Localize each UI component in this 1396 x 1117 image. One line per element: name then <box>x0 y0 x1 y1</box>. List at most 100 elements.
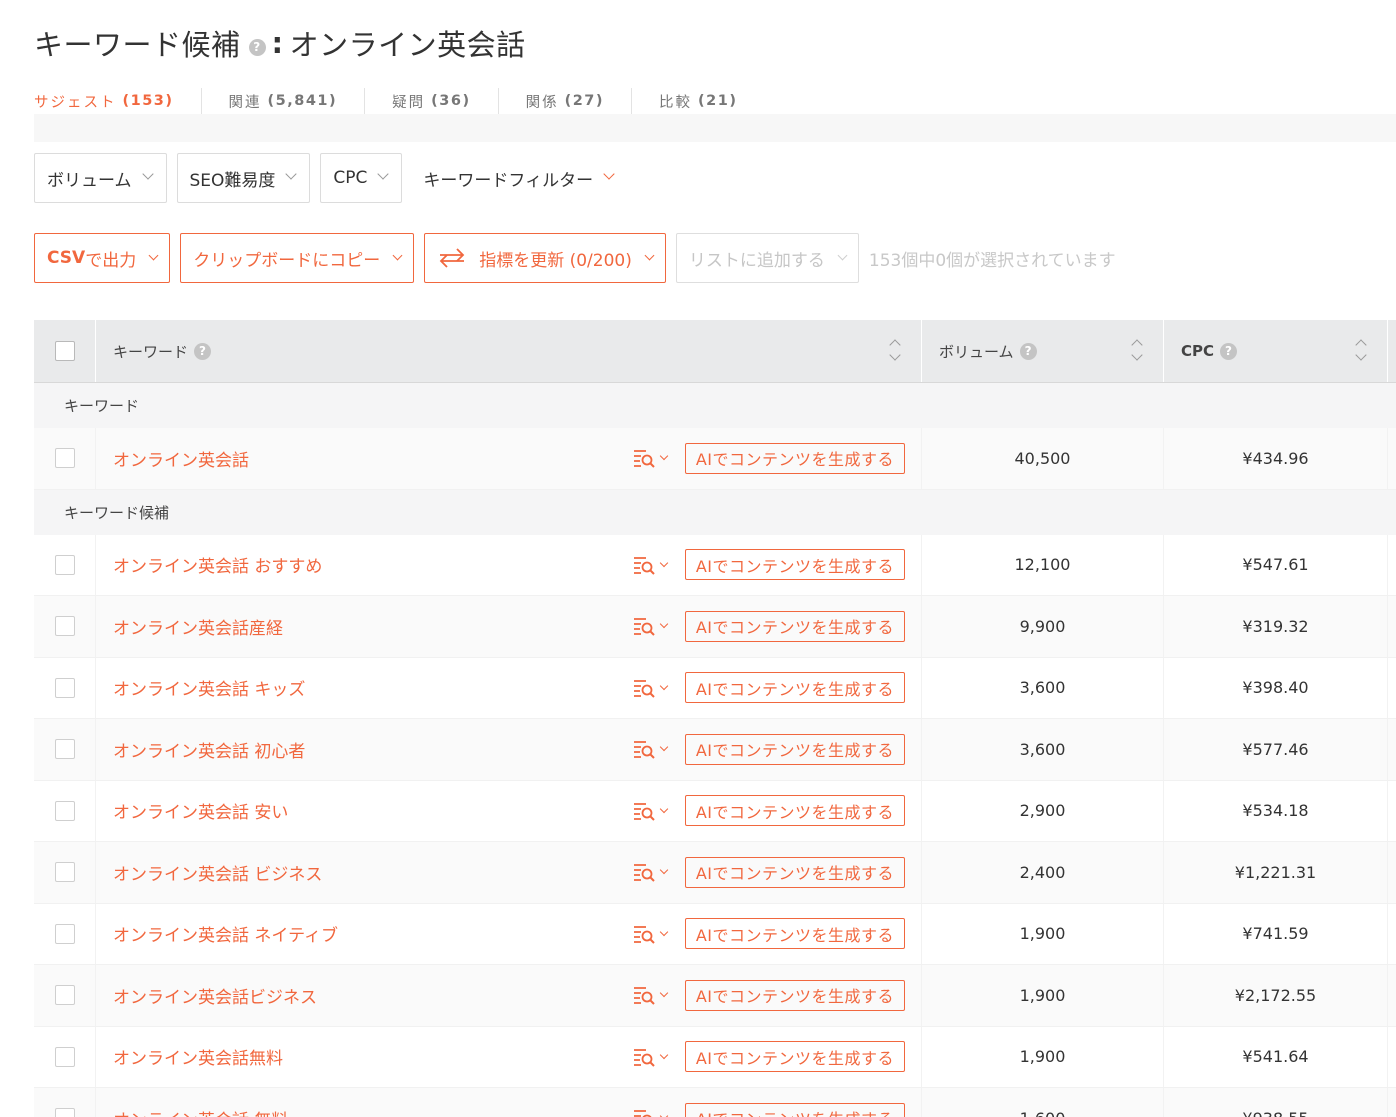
select-all-checkbox[interactable] <box>54 341 75 361</box>
cpc-column-header[interactable]: CPC ? <box>1164 320 1388 382</box>
sort-icon[interactable] <box>889 337 901 365</box>
tab-relations[interactable]: 関係 (27) <box>497 88 631 114</box>
cpc-cell: ¥1,221.31 <box>1164 842 1388 903</box>
chevron-down-icon <box>659 743 669 752</box>
serp-dropdown[interactable] <box>633 1047 669 1067</box>
tab-comparisons[interactable]: 比較 (21) <box>631 88 764 114</box>
help-icon[interactable]: ? <box>248 38 266 56</box>
row-checkbox[interactable] <box>54 616 75 637</box>
table-row: オンライン英会話 ネイティブ AIでコンテンツを生成する 1,900 ¥741.… <box>34 903 1396 965</box>
generate-ai-content-button[interactable]: AIでコンテンツを生成する <box>684 856 905 888</box>
serp-dropdown[interactable] <box>633 924 669 944</box>
serp-dropdown[interactable] <box>633 448 669 468</box>
serp-dropdown[interactable] <box>633 678 669 698</box>
keyword-link[interactable]: オンライン英会話 おすすめ <box>113 552 633 577</box>
row-checkbox[interactable] <box>54 1108 75 1117</box>
keyword-link[interactable]: オンライン英会話 初心者 <box>113 737 633 762</box>
column-label: ボリューム <box>939 342 1014 361</box>
volume-column-header[interactable]: ボリューム ? <box>922 320 1164 382</box>
chevron-down-icon <box>659 681 669 690</box>
seo-difficulty-filter[interactable]: SEO難易度 <box>176 153 311 203</box>
volume-cell: 9,900 <box>922 596 1164 657</box>
copy-to-clipboard-button[interactable]: クリップボードにコピー <box>180 233 415 283</box>
generate-ai-content-button[interactable]: AIでコンテンツを生成する <box>684 1041 905 1073</box>
csv-label-rest: で出力 <box>85 250 137 271</box>
chevron-down-icon <box>837 250 848 260</box>
chevron-down-icon <box>659 620 669 629</box>
row-checkbox[interactable] <box>54 448 75 469</box>
volume-cell: 40,500 <box>922 428 1164 489</box>
generate-ai-content-button[interactable]: AIでコンテンツを生成する <box>684 549 905 581</box>
tab-related[interactable]: 関連 (5,841) <box>200 88 365 114</box>
serp-dropdown[interactable] <box>633 616 669 636</box>
cpc-cell: ¥319.32 <box>1164 596 1388 657</box>
chevron-down-icon <box>659 1050 669 1059</box>
cpc-cell: ¥2,172.55 <box>1164 965 1388 1026</box>
table-row: オンライン英会話無料 AIでコンテンツを生成する 1,900 ¥541.64 <box>34 1026 1396 1088</box>
keyword-link[interactable]: オンライン英会話無料 <box>113 1044 633 1069</box>
generate-ai-content-button[interactable]: AIでコンテンツを生成する <box>684 733 905 765</box>
generate-ai-content-button[interactable]: AIでコンテンツを生成する <box>684 672 905 704</box>
serp-dropdown[interactable] <box>633 1108 669 1117</box>
csv-export-button[interactable]: CSV で出力 <box>34 233 171 283</box>
keyword-filter[interactable]: キーワードフィルター <box>412 153 628 203</box>
generate-ai-content-button[interactable]: AIでコンテンツを生成する <box>684 979 905 1011</box>
keyword-link[interactable]: オンライン英会話 <box>113 446 633 471</box>
filter-label: CPC <box>333 168 368 188</box>
keyword-link[interactable]: オンライン英会話 キッズ <box>113 675 633 700</box>
tab-questions[interactable]: 疑問 (36) <box>364 88 497 114</box>
generate-ai-content-button[interactable]: AIでコンテンツを生成する <box>684 918 905 950</box>
sort-icon[interactable] <box>1131 337 1143 365</box>
chevron-down-icon <box>148 250 159 260</box>
help-icon[interactable]: ? <box>1220 342 1238 360</box>
row-check-cell <box>34 1088 96 1117</box>
table-row: オンライン英会話 ビジネス AIでコンテンツを生成する 2,400 ¥1,221… <box>34 842 1396 904</box>
generate-ai-content-button[interactable]: AIでコンテンツを生成する <box>684 1102 905 1117</box>
cpc-filter[interactable]: CPC <box>320 153 403 203</box>
chevron-down-icon <box>377 168 390 180</box>
chevron-down-icon <box>659 452 669 461</box>
add-to-list-button[interactable]: リストに追加する <box>675 233 859 283</box>
keyword-cell: オンライン英会話ビジネス AIでコンテンツを生成する <box>96 965 922 1026</box>
keyword-link[interactable]: オンライン英会話 無料 <box>113 1106 633 1117</box>
row-checkbox[interactable] <box>54 862 75 883</box>
row-checkbox[interactable] <box>54 985 75 1006</box>
serp-dropdown[interactable] <box>633 862 669 882</box>
row-checkbox[interactable] <box>54 923 75 944</box>
serp-dropdown[interactable] <box>633 801 669 821</box>
keyword-link[interactable]: オンライン英会話 ネイティブ <box>113 921 633 946</box>
table-row: オンライン英会話 初心者 AIでコンテンツを生成する 3,600 ¥577.46 <box>34 719 1396 781</box>
tab-suggest[interactable]: サジェスト (153) <box>34 88 201 114</box>
keyword-link[interactable]: オンライン英会話 ビジネス <box>113 860 633 885</box>
keyword-link[interactable]: オンライン英会話産経 <box>113 614 633 639</box>
table-row: オンライン英会話 安い AIでコンテンツを生成する 2,900 ¥534.18 <box>34 780 1396 842</box>
filter-bar: ボリューム SEO難易度 CPC キーワードフィルター <box>34 153 628 203</box>
cpc-cell: ¥541.64 <box>1164 1026 1388 1087</box>
serp-dropdown[interactable] <box>633 555 669 575</box>
generate-ai-content-button[interactable]: AIでコンテンツを生成する <box>684 795 905 827</box>
keyword-link[interactable]: オンライン英会話 安い <box>113 798 633 823</box>
row-checkbox[interactable] <box>54 739 75 760</box>
serp-dropdown[interactable] <box>633 739 669 759</box>
sort-icon[interactable] <box>1355 337 1367 365</box>
help-icon[interactable]: ? <box>1019 342 1037 360</box>
cpc-cell: ¥741.59 <box>1164 903 1388 964</box>
selection-status: 153個中0個が選択されています <box>868 250 1116 271</box>
cpc-cell: ¥938.55 <box>1164 1088 1388 1117</box>
row-checkbox[interactable] <box>54 1046 75 1067</box>
volume-filter[interactable]: ボリューム <box>34 153 167 203</box>
help-icon[interactable]: ? <box>194 342 212 360</box>
row-checkbox[interactable] <box>54 800 75 821</box>
generate-ai-content-button[interactable]: AIでコンテンツを生成する <box>684 610 905 642</box>
generate-ai-content-button[interactable]: AIでコンテンツを生成する <box>684 442 905 474</box>
serp-dropdown[interactable] <box>633 985 669 1005</box>
keyword-link[interactable]: オンライン英会話ビジネス <box>113 983 633 1008</box>
row-checkbox[interactable] <box>54 554 75 575</box>
chevron-down-icon <box>659 927 669 936</box>
keyword-column-header[interactable]: キーワード ? <box>96 320 922 382</box>
refresh-metrics-button[interactable]: 指標を更新 (0/200) <box>424 233 666 283</box>
row-checkbox[interactable] <box>54 677 75 698</box>
serp-search-icon <box>633 556 655 575</box>
chevron-down-icon <box>285 168 298 180</box>
chevron-down-icon <box>141 168 154 180</box>
